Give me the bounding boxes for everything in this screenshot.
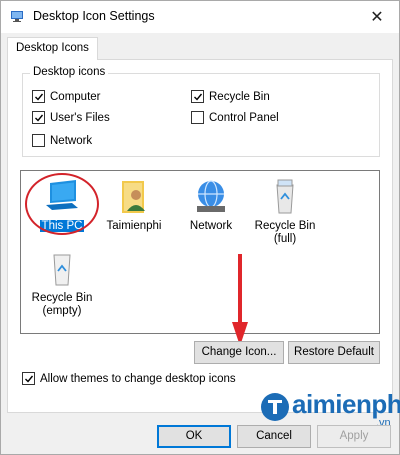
- checkbox-box[interactable]: [22, 372, 35, 385]
- checkbox-control-panel[interactable]: Control Panel: [191, 111, 279, 124]
- close-button[interactable]: ✕: [355, 1, 399, 33]
- checkbox-box[interactable]: [32, 134, 45, 147]
- groupbox-label: Desktop icons: [30, 66, 109, 78]
- checkbox-label: User's Files: [50, 111, 110, 124]
- checkbox-box[interactable]: [191, 111, 204, 124]
- checkmark-icon: [34, 93, 43, 101]
- annotation-arrow-icon: [232, 254, 248, 346]
- watermark-brand: aimienphi: [292, 389, 400, 419]
- checkbox-label: Computer: [50, 90, 101, 103]
- tab-desktop-icons[interactable]: Desktop Icons: [7, 37, 98, 60]
- restore-default-button[interactable]: Restore Default: [288, 341, 380, 364]
- checkmark-icon: [193, 93, 202, 101]
- checkbox-label: Network: [50, 134, 93, 147]
- apply-button[interactable]: Apply: [317, 425, 391, 448]
- ok-label: OK: [185, 430, 203, 442]
- icon-label: Recycle Bin: [254, 220, 316, 232]
- checkmark-icon: [34, 114, 43, 122]
- apply-label: Apply: [339, 430, 369, 442]
- checkbox-network[interactable]: Network: [32, 134, 92, 147]
- icon-item-network[interactable]: Network: [174, 177, 248, 233]
- checkbox-label: Control Panel: [209, 111, 279, 124]
- icon-label: Taimienphi: [106, 220, 162, 232]
- title-bar[interactable]: Desktop Icon Settings ✕: [1, 1, 399, 33]
- icon-label-suffix: (full): [273, 233, 297, 245]
- checkbox-label: Recycle Bin: [209, 90, 270, 103]
- taimienphi-watermark: aimienphi .vn: [258, 389, 400, 429]
- window-title: Desktop Icon Settings: [33, 9, 155, 23]
- checkbox-label: Allow themes to change desktop icons: [40, 372, 236, 385]
- icon-item-taimienphi[interactable]: Taimienphi: [97, 177, 171, 233]
- checkmark-icon: [24, 375, 33, 383]
- change-icon-label: Change Icon...: [201, 346, 277, 358]
- checkbox-box[interactable]: [32, 90, 45, 103]
- recycle-bin-full-icon: [276, 179, 294, 214]
- checkbox-allow-themes[interactable]: Allow themes to change desktop icons: [22, 372, 236, 385]
- checkbox-recycle-bin[interactable]: Recycle Bin: [191, 90, 270, 103]
- ok-button[interactable]: OK: [157, 425, 231, 448]
- checkbox-users-files[interactable]: User's Files: [32, 111, 110, 124]
- icon-label: Network: [189, 220, 233, 232]
- close-icon: ✕: [370, 9, 384, 26]
- change-icon-button[interactable]: Change Icon...: [194, 341, 284, 364]
- checkbox-box[interactable]: [32, 111, 45, 124]
- taimienphi-logo-icon: [261, 393, 289, 421]
- icon-item-recycle-bin-empty[interactable]: Recycle Bin (empty): [25, 249, 99, 318]
- icon-label: Recycle Bin: [31, 292, 93, 304]
- checkbox-computer[interactable]: Computer: [32, 90, 101, 103]
- recycle-bin-empty-icon: [53, 254, 71, 286]
- user-folder-icon: [122, 181, 145, 213]
- restore-default-label: Restore Default: [294, 346, 374, 358]
- network-icon: [197, 180, 225, 212]
- checkbox-box[interactable]: [191, 90, 204, 103]
- annotation-ellipse: [25, 173, 99, 235]
- cancel-button[interactable]: Cancel: [237, 425, 311, 448]
- app-icon: [11, 11, 23, 22]
- icon-item-recycle-bin-full[interactable]: Recycle Bin (full): [248, 177, 322, 246]
- icon-label-suffix: (empty): [42, 305, 82, 317]
- cancel-label: Cancel: [256, 430, 292, 442]
